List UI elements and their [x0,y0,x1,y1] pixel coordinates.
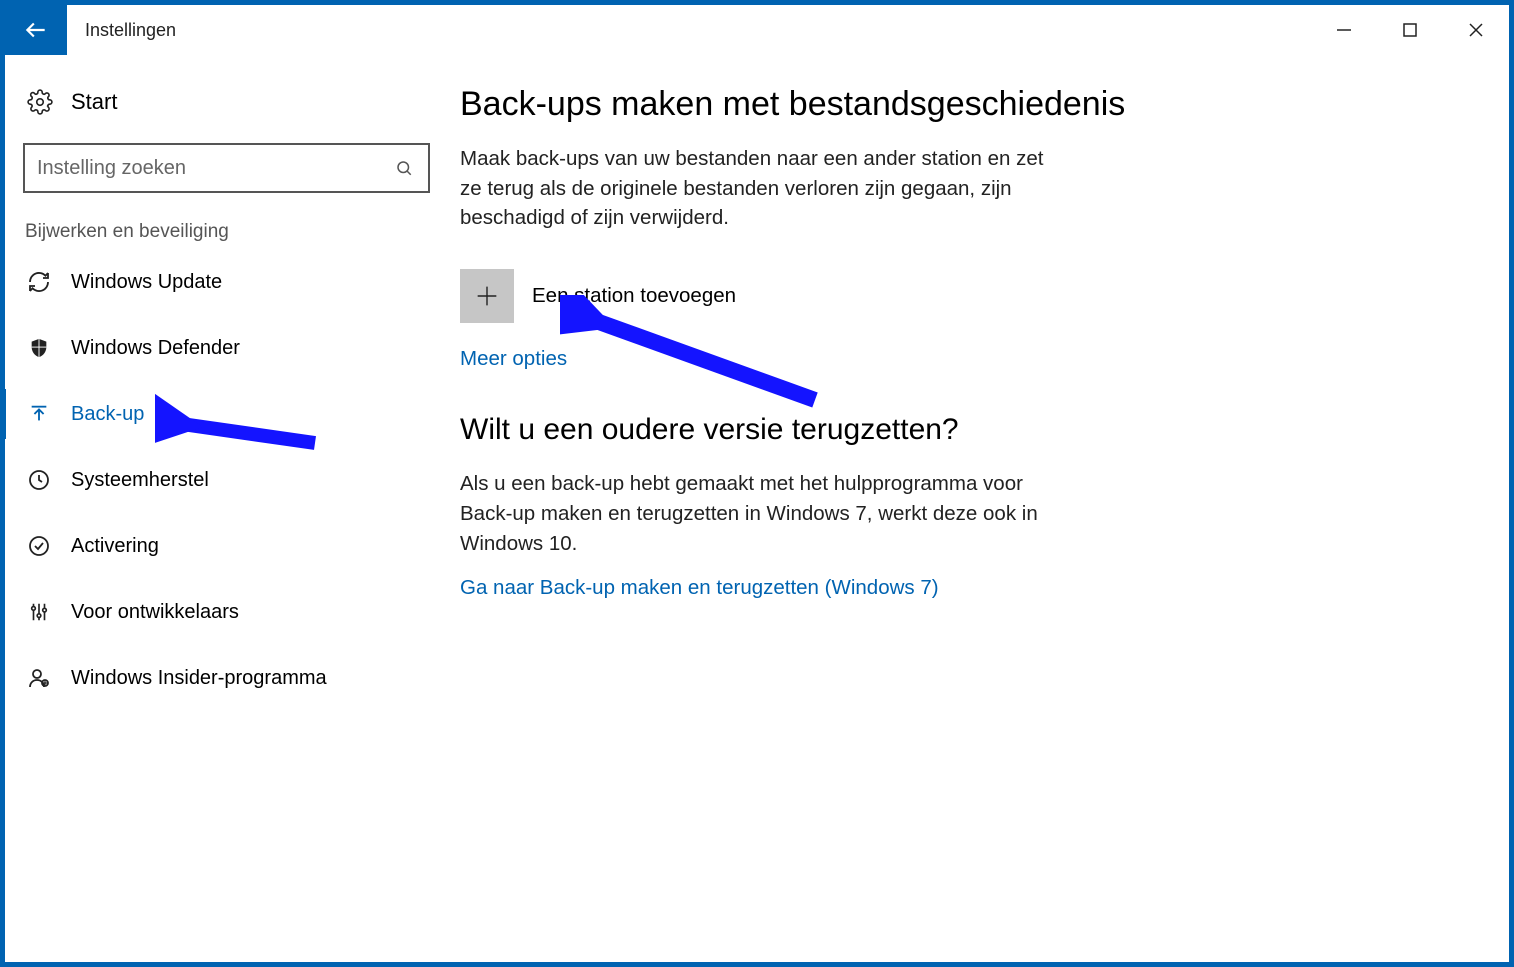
sidebar-item-backup[interactable]: Back-up [5,381,460,447]
sidebar-item-label: Windows Insider-programma [71,667,327,690]
minimize-icon [1336,22,1352,38]
search-box[interactable] [23,143,430,193]
add-drive-label: Een station toevoegen [532,284,736,308]
upload-icon [25,399,53,429]
section-description: Als u een back-up hebt gemaakt met het h… [460,469,1060,558]
close-icon [1468,22,1484,38]
minimize-button[interactable] [1311,5,1377,55]
page-heading: Back-ups maken met bestandsgeschiedenis [460,85,1449,124]
maximize-button[interactable] [1377,5,1443,55]
win7-backup-link[interactable]: Ga naar Back-up maken en terugzetten (Wi… [460,576,939,600]
plus-icon [473,282,501,310]
sidebar: Start Bijwerken en beveiliging Windows U… [5,55,460,962]
more-options-link[interactable]: Meer opties [460,347,567,371]
sidebar-item-label: Windows Update [71,271,222,294]
sidebar-item-label: Back-up [71,403,144,426]
sidebar-item-activation[interactable]: Activering [5,513,460,579]
person-icon [25,663,53,693]
section-heading: Wilt u een oudere versie terugzetten? [460,413,1449,447]
main-content: Back-ups maken met bestandsgeschiedenis … [460,55,1509,962]
sidebar-item-recovery[interactable]: Systeemherstel [5,447,460,513]
sidebar-section-label: Bijwerken en beveiliging [5,207,460,249]
gear-icon [25,87,55,117]
sidebar-item-label: Systeemherstel [71,469,209,492]
arrow-left-icon [23,17,49,43]
sidebar-item-windows-update[interactable]: Windows Update [5,249,460,315]
add-drive-button[interactable] [460,269,514,323]
window-title: Instellingen [67,5,176,55]
sidebar-item-label: Windows Defender [71,337,240,360]
close-button[interactable] [1443,5,1509,55]
sidebar-item-insider[interactable]: Windows Insider-programma [5,645,460,711]
maximize-icon [1403,23,1417,37]
check-circle-icon [25,531,53,561]
title-bar: Instellingen [5,5,1509,55]
sidebar-item-developers[interactable]: Voor ontwikkelaars [5,579,460,645]
search-input[interactable] [37,157,392,180]
sidebar-home-label: Start [71,89,117,115]
sidebar-item-label: Activering [71,535,159,558]
shield-icon [25,333,53,363]
sidebar-item-windows-defender[interactable]: Windows Defender [5,315,460,381]
history-icon [25,465,53,495]
search-icon [392,156,416,180]
back-button[interactable] [5,5,67,55]
refresh-icon [25,267,53,297]
sidebar-home[interactable]: Start [5,79,460,125]
sidebar-item-label: Voor ontwikkelaars [71,601,239,624]
page-description: Maak back-ups van uw bestanden naar een … [460,144,1060,233]
sliders-icon [25,597,53,627]
